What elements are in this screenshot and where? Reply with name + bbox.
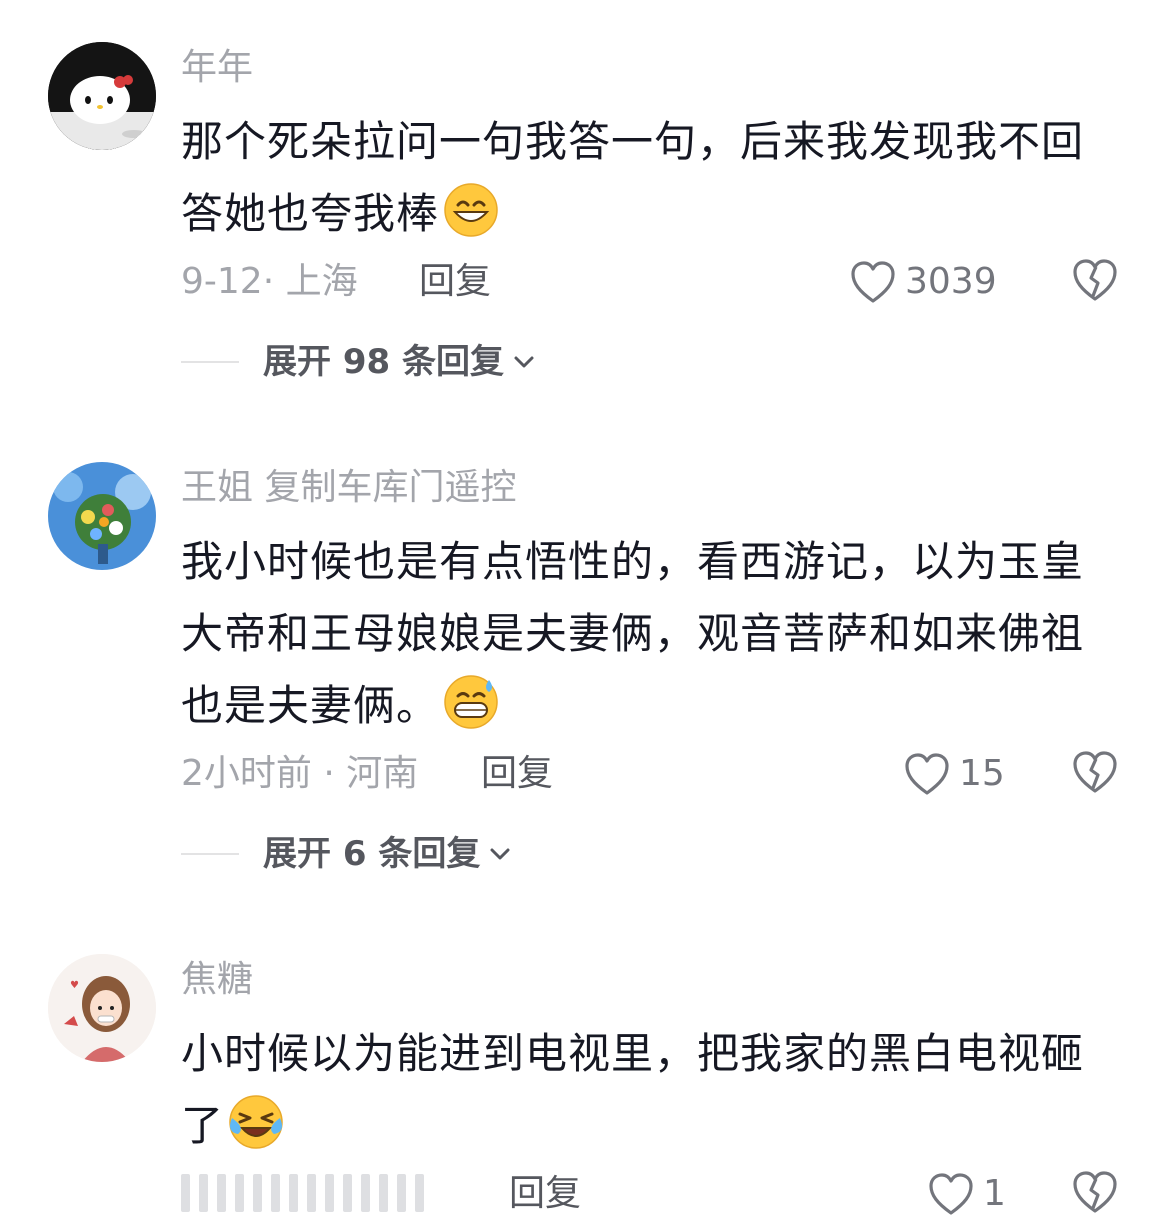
expand-replies-button[interactable]: 展开 6 条回复 [263,832,514,876]
comment-body: 那个死朵拉问一句我答一句，后来我发现我不回答她也夸我棒 [181,117,1085,238]
avatar-image: ♥ [48,954,156,1062]
username[interactable]: 焦糖 [181,958,253,1002]
heart-outline-icon [927,1171,975,1217]
comment-time-location [181,1174,424,1212]
like-count: 1 [983,1173,1006,1214]
like-count: 3039 [905,261,997,302]
dislike-button[interactable] [1071,748,1119,796]
comment-body: 小时候以为能进到电视里，把我家的黑白电视砸了 [181,1029,1085,1150]
divider [181,361,239,363]
expand-replies-button[interactable]: 展开 98 条回复 [263,340,538,384]
avatar[interactable] [48,462,156,570]
comment-time-location: 9-12· 上海 [181,261,358,302]
dislike-button[interactable] [1071,1168,1119,1216]
avatar-image [48,462,156,570]
broken-heart-icon [1071,256,1119,304]
broken-heart-icon [1071,748,1119,796]
laugh-cry-emoji-icon [228,1094,284,1150]
divider [181,853,239,855]
reply-button[interactable]: 回复 [419,260,491,304]
like-button[interactable]: 15 [903,748,1005,800]
sweat-grin-emoji-icon [443,674,499,730]
comment-meta-row: 9-12· 上海 回复 3039 [181,256,1131,308]
expand-replies-row: 展开 6 条回复 [181,830,514,878]
comment-time-location: 2小时前 · 河南 [181,753,419,794]
comment-text: 那个死朵拉问一句我答一句，后来我发现我不回答她也夸我棒 [181,106,1121,250]
svg-text:♥: ♥ [70,980,79,991]
grin-emoji-icon [443,182,499,238]
chevron-down-icon [510,348,538,376]
like-count: 15 [959,753,1005,794]
comment-meta-row: 2小时前 · 河南 回复 15 [181,748,1131,800]
reply-button[interactable]: 回复 [509,1172,581,1216]
chevron-down-icon [486,840,514,868]
like-button[interactable]: 1 [927,1168,1006,1220]
expand-replies-label: 展开 98 条回复 [263,342,504,382]
avatar-image [48,42,156,150]
username[interactable]: 王姐 复制车库门遥控 [181,466,516,510]
dislike-button[interactable] [1071,256,1119,304]
heart-outline-icon [849,259,897,305]
expand-replies-label: 展开 6 条回复 [263,834,481,874]
avatar[interactable] [48,42,156,150]
reply-button[interactable]: 回复 [481,752,553,796]
comment-body: 我小时候也是有点悟性的，看西游记，以为玉皇大帝和王母娘娘是夫妻俩，观音菩萨和如来… [181,537,1085,730]
username[interactable]: 年年 [181,46,253,90]
broken-heart-icon [1071,1168,1119,1216]
comment-text: 我小时候也是有点悟性的，看西游记，以为玉皇大帝和王母娘娘是夫妻俩，观音菩萨和如来… [181,526,1121,742]
comment-text: 小时候以为能进到电视里，把我家的黑白电视砸了 [181,1018,1121,1162]
avatar[interactable]: ♥ [48,954,156,1062]
heart-outline-icon [903,751,951,797]
comment-meta-row: 回复 1 [181,1168,1131,1220]
like-button[interactable]: 3039 [849,256,997,308]
expand-replies-row: 展开 98 条回复 [181,338,538,386]
